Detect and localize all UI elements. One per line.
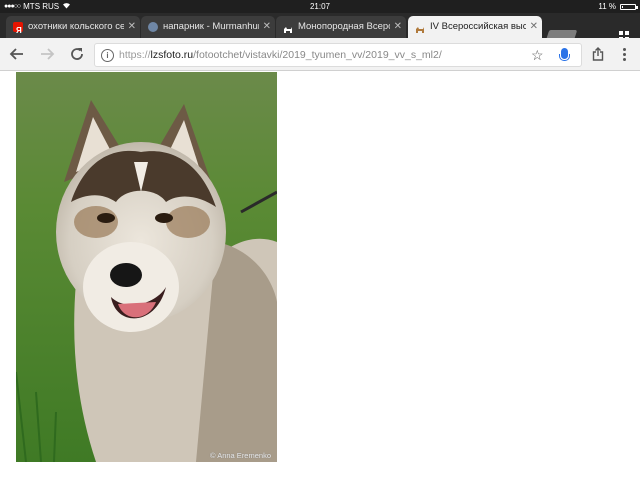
status-bar: ●●●○○ MTS RUS 21:07 11 % — [0, 0, 640, 13]
forward-arrow-icon — [41, 48, 55, 60]
bookmark-star-icon[interactable]: ☆ — [531, 47, 544, 64]
close-icon[interactable]: ✕ — [394, 16, 402, 38]
reload-button[interactable] — [68, 46, 86, 64]
back-arrow-icon — [9, 48, 23, 60]
battery-icon — [620, 3, 638, 10]
dog-photo[interactable]: © Anna Eremenko — [16, 72, 277, 462]
microphone-icon[interactable] — [559, 48, 570, 61]
url-path: /fotootchet/vistavki/2019_tyumen_vv/2019… — [193, 49, 442, 61]
photo-watermark: © Anna Eremenko — [210, 451, 271, 460]
tab-strip: Я охотники кольского се ✕ напарник - Mur… — [0, 13, 640, 44]
clock: 21:07 — [309, 2, 331, 11]
info-icon[interactable]: i — [101, 49, 114, 62]
dog-icon — [283, 22, 293, 33]
back-button[interactable] — [8, 46, 26, 64]
forum-icon — [148, 22, 158, 32]
share-button[interactable] — [592, 47, 604, 61]
url-text[interactable]: https://lzsfoto.ru/fotootchet/vistavki/2… — [119, 49, 442, 61]
dog-icon — [415, 22, 425, 33]
reload-icon — [71, 48, 83, 60]
close-icon[interactable]: ✕ — [530, 16, 538, 38]
svg-text:Я: Я — [16, 26, 22, 35]
tab-iv-allrussian[interactable]: IV Всероссийская выс ✕ — [408, 16, 542, 38]
overflow-menu-button[interactable] — [623, 48, 626, 61]
page-content: © Anna Eremenko — [0, 71, 640, 480]
browser-toolbar: i https://lzsfoto.ru/fotootchet/vistavki… — [0, 38, 640, 71]
forward-button[interactable] — [38, 46, 56, 64]
battery-percent: 11 % — [598, 2, 616, 11]
tab-title: IV Всероссийская выс — [430, 21, 526, 32]
battery-level — [622, 5, 623, 8]
tab-murmanhunt[interactable]: напарник - Murmanhun ✕ — [141, 16, 275, 38]
tab-title: напарник - Murmanhun — [163, 21, 259, 32]
status-right: 11 % — [598, 2, 638, 11]
close-icon[interactable]: ✕ — [128, 16, 136, 38]
tab-monobreed[interactable]: Монопородная Всерос ✕ — [276, 16, 406, 38]
url-host: lzsfoto.ru — [150, 49, 194, 61]
husky-photo-image — [16, 72, 277, 462]
url-protocol: https:// — [119, 49, 151, 61]
address-bar[interactable]: i https://lzsfoto.ru/fotootchet/vistavki… — [94, 43, 582, 67]
tab-title: Монопородная Всерос — [298, 21, 390, 32]
yandex-icon: Я — [13, 22, 23, 35]
tab-hunters-kola[interactable]: Я охотники кольского се ✕ — [6, 16, 140, 38]
tab-title: охотники кольского се — [28, 21, 124, 32]
share-icon — [592, 47, 604, 61]
close-icon[interactable]: ✕ — [263, 16, 271, 38]
